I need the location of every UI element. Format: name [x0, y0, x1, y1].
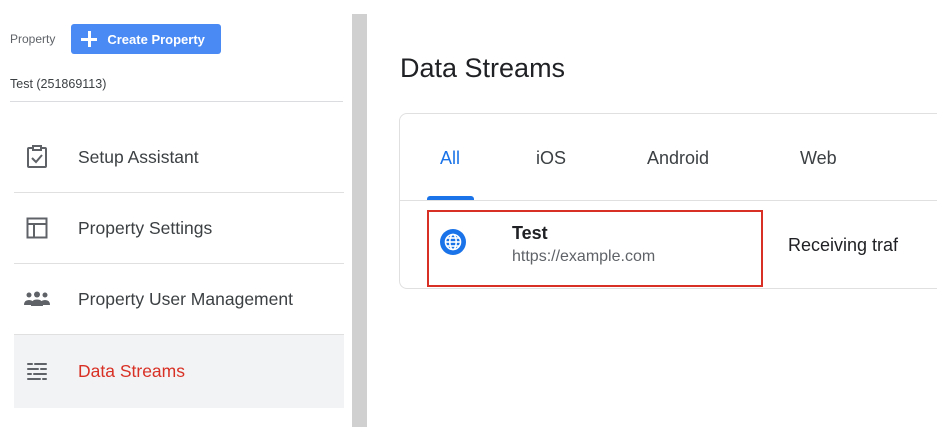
sidebar-item-label: Property Settings: [78, 217, 213, 238]
create-property-button[interactable]: Create Property: [71, 24, 221, 54]
property-header: Property Create Property: [10, 24, 221, 54]
property-label: Property: [10, 32, 56, 46]
sidebar-item-label: Setup Assistant: [78, 146, 199, 167]
sidebar-item-user-management[interactable]: Property User Management: [14, 264, 344, 335]
sidebar-item-property-settings[interactable]: Property Settings: [14, 193, 344, 264]
tab-ios[interactable]: iOS: [536, 148, 566, 169]
data-streams-icon: [24, 359, 50, 385]
sidebar-item-setup-assistant[interactable]: Setup Assistant: [14, 122, 344, 193]
sidebar-scrollbar[interactable]: [352, 14, 367, 427]
stream-tabs: All iOS Android Web: [400, 114, 937, 200]
sidebar-nav: Setup Assistant Property Settings Proper…: [14, 122, 344, 408]
property-settings-icon: [24, 215, 50, 241]
highlight-annotation: [427, 210, 763, 287]
tab-android[interactable]: Android: [647, 148, 709, 169]
create-property-label: Create Property: [107, 31, 205, 47]
plus-icon: [81, 31, 98, 47]
property-selector[interactable]: Test (251869113): [10, 77, 106, 91]
stream-status: Receiving traf: [788, 235, 899, 255]
tab-web[interactable]: Web: [800, 148, 837, 169]
checklist-icon: [24, 144, 50, 170]
sidebar-item-label: Data Streams: [78, 361, 185, 381]
sidebar-item-data-streams[interactable]: Data Streams: [14, 335, 344, 408]
tab-all[interactable]: All: [440, 148, 460, 169]
sidebar: Property Create Property Test (251869113…: [0, 0, 352, 427]
users-icon: [24, 286, 50, 312]
sidebar-item-label: Property User Management: [78, 288, 293, 309]
page-title: Data Streams: [400, 53, 566, 83]
divider: [10, 101, 343, 102]
